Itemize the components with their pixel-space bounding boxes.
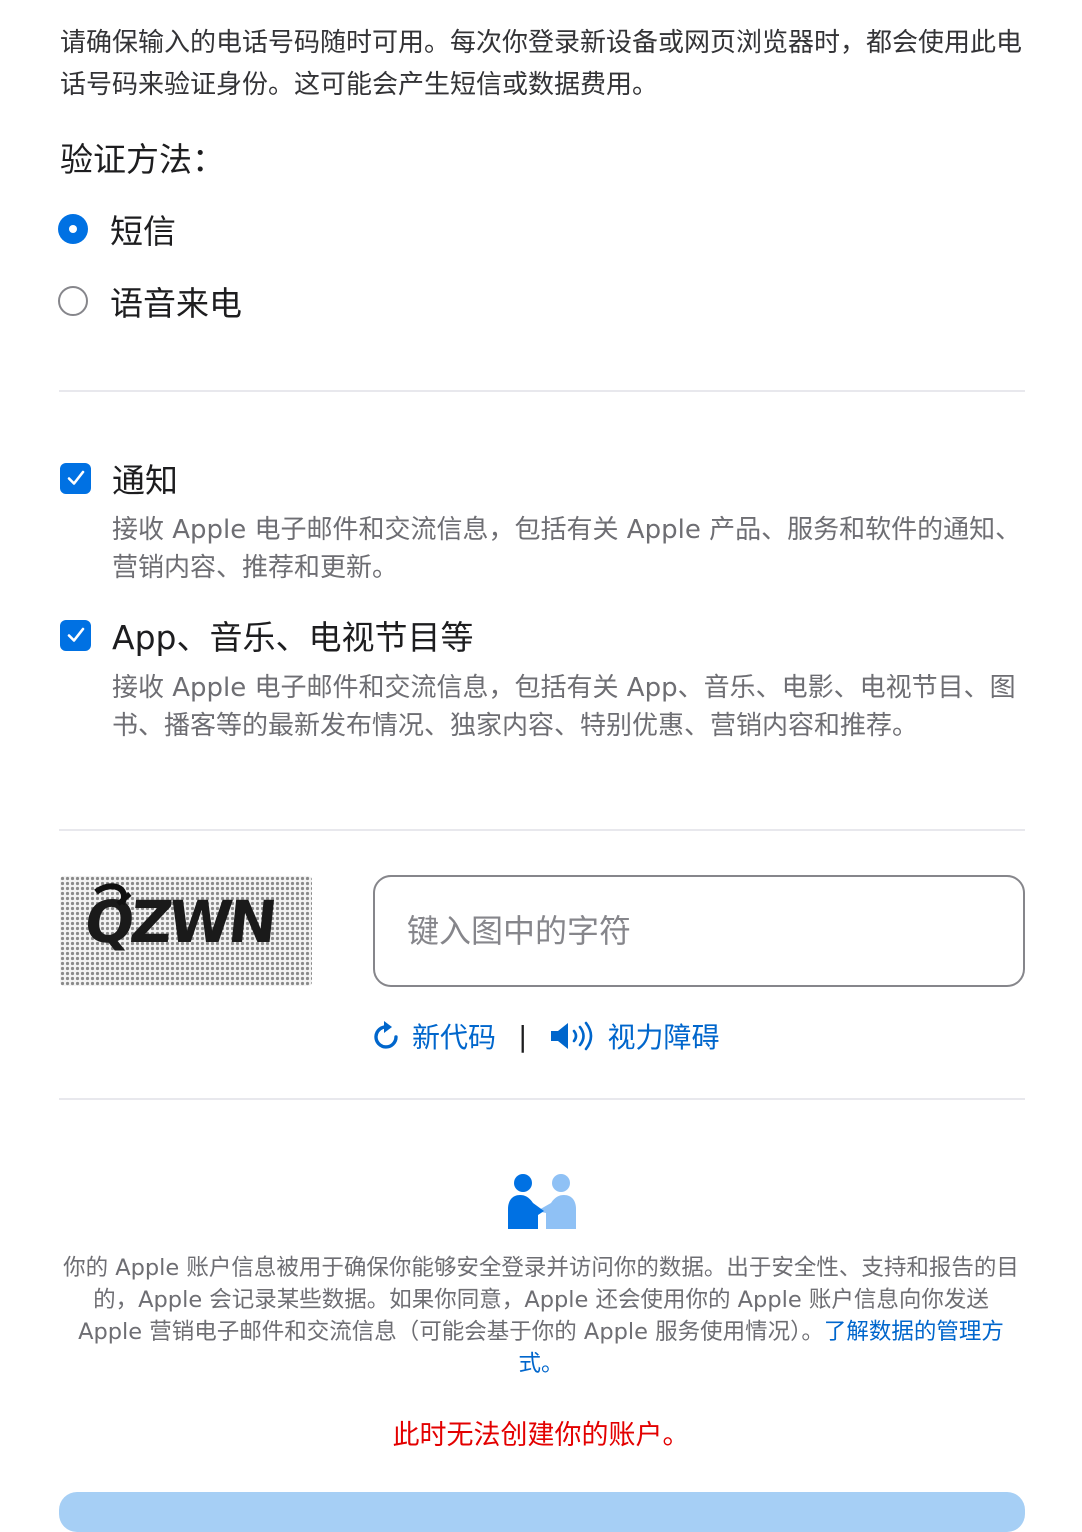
continue-button[interactable] [59, 1492, 1025, 1532]
vision-impaired-audio-link[interactable]: 视力障碍 [549, 1016, 719, 1056]
checkbox-option-apps-music-tv[interactable]: App、音乐、电视节目等 [60, 614, 474, 657]
section-divider [59, 829, 1025, 831]
checkbox-option-notifications[interactable]: 通知 [60, 457, 178, 500]
radio-option-sms[interactable]: 短信 [58, 209, 176, 251]
people-handshake-icon [506, 1173, 578, 1231]
voice-call-radio-label: 语音来电 [110, 284, 242, 323]
new-code-link[interactable]: 新代码 [372, 1016, 496, 1056]
section-divider [59, 390, 1025, 392]
sms-radio-button[interactable] [58, 214, 88, 244]
notifications-description: 接收 Apple 电子邮件和交流信息，包括有关 Apple 产品、服务和软件的通… [112, 515, 1022, 583]
captcha-characters: QZWN [82, 888, 277, 956]
radio-option-voice-call[interactable]: 语音来电 [58, 281, 242, 323]
checkmark-icon [67, 627, 84, 642]
checkmark-icon [67, 470, 84, 485]
new-code-label: 新代码 [412, 1021, 497, 1054]
sms-radio-label: 短信 [110, 212, 176, 251]
apps-music-tv-description: 接收 Apple 电子邮件和交流信息，包括有关 App、音乐、电影、电视节目、图… [112, 673, 1016, 741]
account-creation-error: 此时无法创建你的账户。 [392, 1420, 690, 1451]
voice-call-radio-button[interactable] [58, 286, 88, 316]
captcha-input[interactable] [373, 875, 1025, 987]
captcha-actions: 新代码 | 视力障碍 [372, 1014, 719, 1058]
vision-impaired-label: 视力障碍 [607, 1021, 720, 1054]
apps-music-tv-checkbox[interactable] [60, 619, 91, 651]
notifications-title: 通知 [112, 461, 178, 500]
verification-method-label: 验证方法： [60, 140, 225, 179]
notifications-checkbox[interactable] [60, 462, 91, 494]
link-separator: | [518, 1019, 528, 1053]
apps-music-tv-title: App、音乐、电视节目等 [112, 618, 474, 657]
section-divider [59, 1098, 1025, 1100]
speaker-icon [551, 1021, 593, 1051]
phone-usage-notice: 请确保输入的电话号码随时可用。每次你登录新设备或网页浏览器时，都会使用此电话号码… [60, 28, 1023, 100]
captcha-image: QZWN [60, 876, 312, 986]
refresh-icon [374, 1021, 398, 1049]
privacy-notice: 你的 Apple 账户信息被用于确保你能够安全登录并访问你的数据。出于安全性、支… [60, 1252, 1022, 1380]
